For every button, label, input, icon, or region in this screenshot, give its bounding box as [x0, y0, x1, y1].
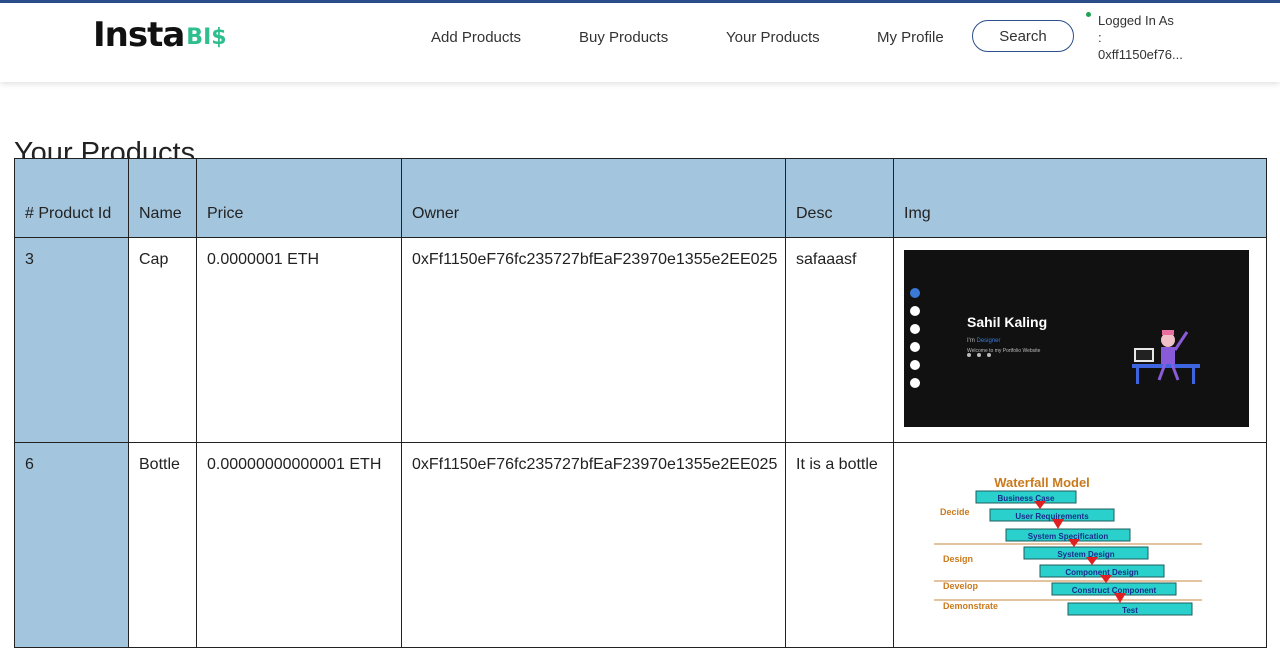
row-image-cell: Sahil Kaling I'm Designer Welcome to my … — [893, 237, 1267, 443]
header-price: Price — [196, 158, 402, 238]
navbar: Insta BI$ Add Products Buy Products Your… — [0, 3, 1280, 82]
waterfall-step: System Specification — [1028, 532, 1109, 541]
row-desc: safaaasf — [785, 237, 894, 443]
waterfall-phase: Decide — [940, 507, 970, 517]
sidebar-dot-icon — [910, 324, 920, 334]
header-desc: Desc — [785, 158, 894, 238]
brand-main: Insta — [93, 15, 185, 55]
linkedin-icon — [987, 353, 991, 357]
row-owner: 0xFf1150eF76fc235727bfEaF23970e1355e2EE0… — [401, 442, 786, 648]
header-owner: Owner — [401, 158, 786, 238]
waterfall-phase: Demonstrate — [943, 601, 998, 611]
designer-illustration-icon — [1132, 330, 1200, 384]
row-owner: 0xFf1150eF76fc235727bfEaF23970e1355e2EE0… — [401, 237, 786, 443]
products-table: # Product Id Name Price Owner Desc Img 3… — [14, 158, 1267, 648]
row-product-id: 6 — [14, 442, 129, 648]
sidebar-dot-icon — [910, 342, 920, 352]
waterfall-phase: Develop — [943, 581, 979, 591]
nav-buy-products[interactable]: Buy Products — [579, 29, 668, 47]
product-image-waterfall: Waterfall Model Business Case User Requi… — [934, 475, 1202, 616]
row-price: 0.00000000000001 ETH — [196, 442, 402, 648]
waterfall-arrow-icon — [1068, 539, 1080, 547]
row-name: Cap — [128, 237, 197, 443]
brand-sub: BI$ — [186, 25, 227, 50]
brand-logo[interactable]: Insta BI$ — [93, 13, 227, 53]
logged-in-label: Logged In As — [1098, 13, 1174, 28]
table-header-row: # Product Id Name Price Owner Desc Img — [14, 158, 1267, 238]
row-name: Bottle — [128, 442, 197, 648]
waterfall-step: Test — [1122, 606, 1138, 615]
waterfall-phase: Design — [943, 554, 973, 564]
row-desc: It is a bottle — [785, 442, 894, 648]
nav-your-products[interactable]: Your Products — [726, 29, 820, 47]
sidebar-dot-icon — [910, 360, 920, 370]
nav-add-products[interactable]: Add Products — [431, 29, 521, 47]
waterfall-step: System Design — [1057, 550, 1114, 559]
table-row: 3 Cap 0.0000001 ETH 0xFf1150eF76fc235727… — [14, 237, 1267, 443]
row-price: 0.0000001 ETH — [196, 237, 402, 443]
nav-my-profile[interactable]: My Profile — [877, 29, 944, 47]
waterfall-step: Construct Component — [1072, 586, 1157, 595]
logged-in-info: Logged In As : 0xff1150ef76... — [1098, 12, 1218, 63]
row-product-id: 3 — [14, 237, 129, 443]
product-image-portfolio: Sahil Kaling I'm Designer Welcome to my … — [904, 250, 1249, 427]
logged-in-address: 0xff1150ef76... — [1098, 47, 1183, 62]
waterfall-arrow-icon — [1114, 593, 1126, 603]
row-image-cell: Waterfall Model Business Case User Requi… — [893, 442, 1267, 648]
header-name: Name — [128, 158, 197, 238]
online-status-dot — [1086, 12, 1091, 17]
waterfall-arrow-icon — [1034, 501, 1046, 509]
header-product-id: # Product Id — [14, 158, 129, 238]
waterfall-step: Business Case — [998, 494, 1055, 503]
waterfall-title: Waterfall Model — [994, 475, 1090, 490]
table-row: 6 Bottle 0.00000000000001 ETH 0xFf1150eF… — [14, 442, 1267, 648]
waterfall-arrow-icon — [1100, 575, 1112, 583]
logged-in-separator: : — [1098, 30, 1102, 45]
github-icon — [967, 353, 971, 357]
portfolio-tagline: Welcome to my Portfolio Website — [967, 348, 1041, 354]
waterfall-arrow-icon — [1086, 557, 1098, 565]
instagram-icon — [977, 353, 981, 357]
sidebar-dot-icon — [910, 288, 920, 298]
sidebar-dot-icon — [910, 306, 920, 316]
search-button[interactable]: Search — [972, 20, 1074, 52]
waterfall-step: User Requirements — [1015, 512, 1089, 521]
sidebar-dot-icon — [910, 378, 920, 388]
waterfall-arrow-icon — [1052, 519, 1064, 529]
header-img: Img — [893, 158, 1267, 238]
